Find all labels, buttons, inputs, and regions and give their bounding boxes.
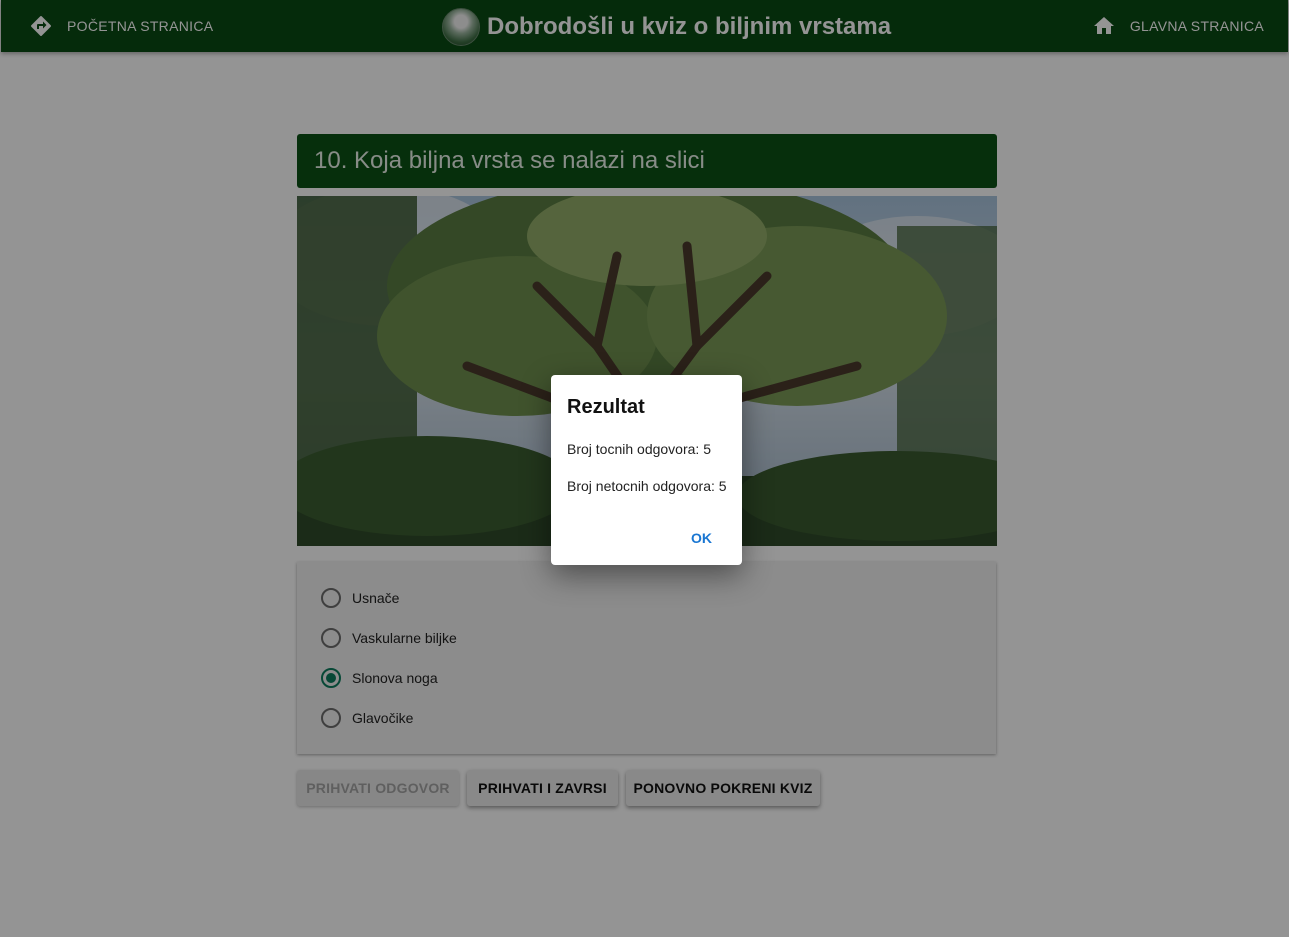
- result-dialog: Rezultat Broj tocnih odgovora: 5 Broj ne…: [551, 375, 742, 565]
- correct-answers-count: Broj tocnih odgovora: 5: [567, 441, 711, 457]
- incorrect-answers-count: Broj netocnih odgovora: 5: [567, 478, 727, 494]
- dialog-title: Rezultat: [567, 396, 645, 418]
- ok-button[interactable]: OK: [679, 525, 724, 551]
